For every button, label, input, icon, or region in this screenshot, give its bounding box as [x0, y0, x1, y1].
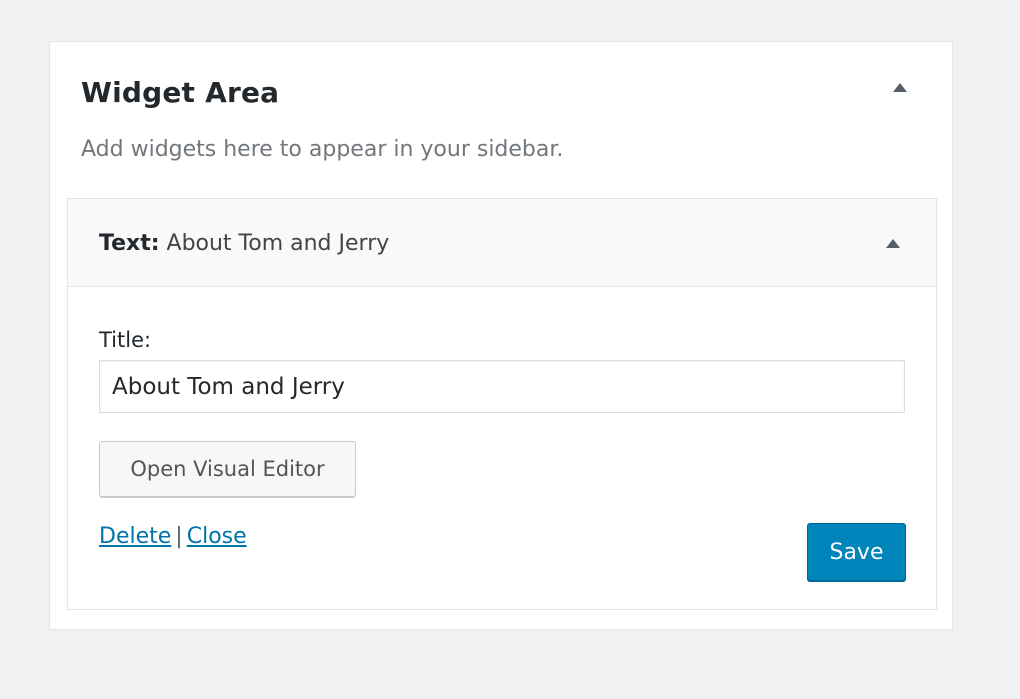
widget-header[interactable]: Text: About Tom and Jerry [68, 199, 936, 287]
arrow-up-icon [893, 82, 907, 92]
widget-type-label: Text: [99, 231, 160, 256]
save-button[interactable]: Save [807, 523, 906, 581]
title-field-label: Title: [99, 328, 152, 352]
close-link[interactable]: Close [187, 524, 247, 549]
title-input[interactable] [99, 360, 905, 413]
link-separator: | [175, 524, 183, 549]
widget-toggle-button[interactable] [881, 234, 905, 252]
widget-area-toggle-button[interactable] [888, 78, 912, 96]
widget-title: Text: About Tom and Jerry [99, 231, 389, 256]
widget-area-description: Add widgets here to appear in your sideb… [81, 137, 564, 162]
widget-area-title: Widget Area [81, 76, 280, 109]
open-visual-editor-button[interactable]: Open Visual Editor [99, 441, 356, 497]
widget-control-links: Delete | Close [99, 524, 247, 549]
arrow-up-icon [886, 238, 900, 248]
delete-link[interactable]: Delete [99, 524, 171, 549]
widget-area-panel: Widget Area Add widgets here to appear i… [49, 41, 953, 630]
text-widget: Text: About Tom and Jerry Title: Open Vi… [67, 198, 937, 610]
widget-instance-name: About Tom and Jerry [166, 231, 390, 256]
